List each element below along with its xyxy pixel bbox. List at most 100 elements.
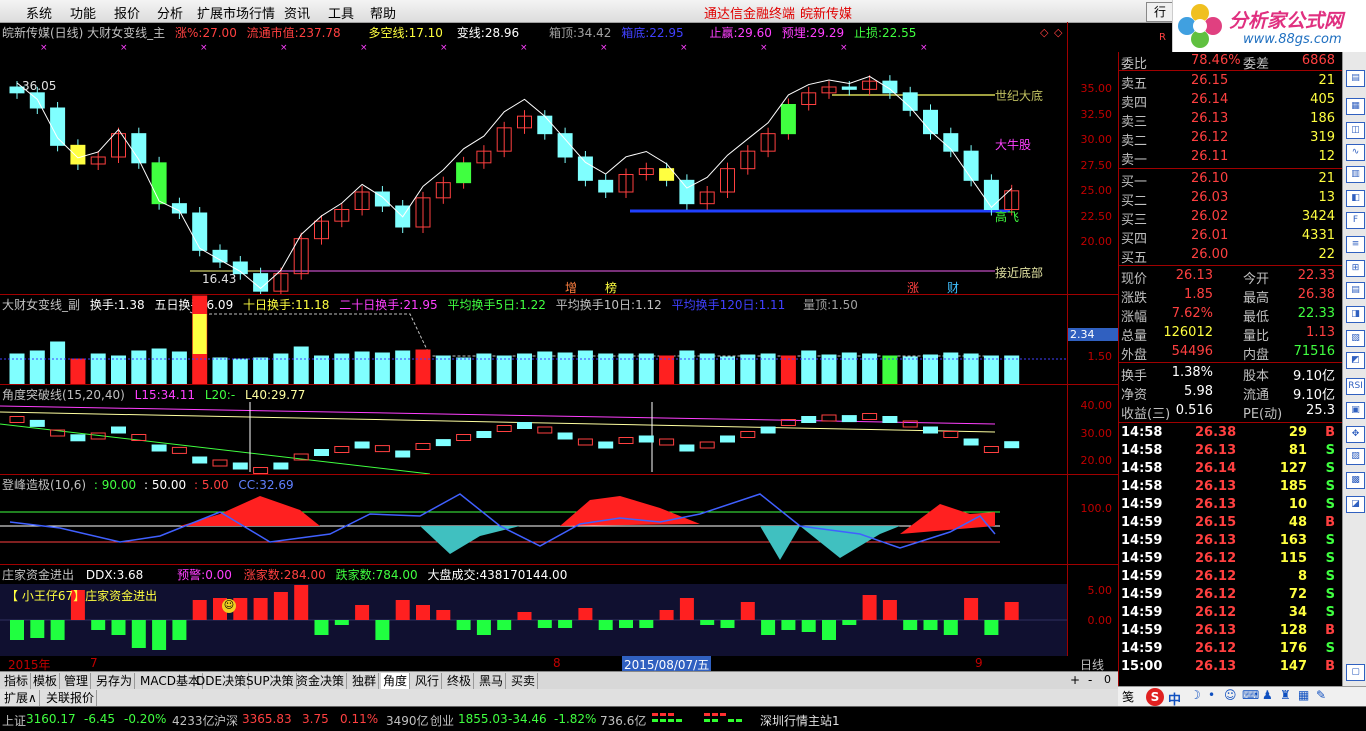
menu-function[interactable]: 功能 bbox=[70, 3, 96, 22]
dot-icon[interactable]: • bbox=[1208, 688, 1215, 702]
bid-row[interactable]: 买四 26.01 4331 bbox=[1119, 227, 1343, 247]
turnover-chart[interactable] bbox=[0, 294, 1068, 384]
tool-icon[interactable]: ◨ bbox=[1346, 306, 1365, 323]
tool-icon[interactable]: ▣ bbox=[1346, 402, 1365, 419]
bid-volume: 4331 bbox=[1301, 228, 1335, 243]
menu-quote[interactable]: 报价 bbox=[114, 3, 140, 22]
volume-bar bbox=[29, 350, 45, 384]
menu-system[interactable]: 系统 bbox=[26, 3, 52, 22]
ask-row[interactable]: 卖四 26.14 405 bbox=[1119, 91, 1343, 111]
zoom-out-button[interactable]: - bbox=[1088, 673, 1092, 687]
tab-duqun[interactable]: 独群 bbox=[350, 673, 380, 689]
server-name[interactable]: 深圳行情主站1 bbox=[760, 712, 840, 729]
volume-bar bbox=[70, 358, 86, 384]
chart-line-icon[interactable]: ∿ bbox=[1346, 144, 1365, 161]
tool-icon[interactable]: ◧ bbox=[1346, 190, 1365, 207]
tab-dde[interactable]: DDE决策 bbox=[194, 673, 250, 689]
grid-icon[interactable]: ▦ bbox=[1298, 688, 1309, 702]
dfzj-panel[interactable]: 登峰造极(10,6) : 90.00 : 50.00 : 5.00 CC:32.… bbox=[0, 474, 1118, 565]
angle-panel[interactable]: 角度突破线(15,20,40) L15:34.11 L20:- L40:29.7… bbox=[0, 384, 1118, 475]
fund-bar bbox=[964, 598, 979, 620]
bid-price: 26.03 bbox=[1191, 190, 1229, 205]
tab-sup[interactable]: SUP决策 bbox=[244, 673, 297, 689]
trade-button[interactable]: 行 bbox=[1146, 2, 1174, 22]
zoom-in-button[interactable]: + bbox=[1070, 673, 1080, 687]
bid-row[interactable]: 买三 26.02 3424 bbox=[1119, 208, 1343, 228]
tab-manage[interactable]: 管理 bbox=[62, 673, 92, 689]
bid-row[interactable]: 买二 26.03 13 bbox=[1119, 189, 1343, 209]
ask-row[interactable]: 卖二 26.12 319 bbox=[1119, 129, 1343, 149]
wb-value: 78.46% bbox=[1191, 53, 1241, 68]
bid-row[interactable]: 买五 26.00 22 bbox=[1119, 246, 1343, 266]
sogou-icon[interactable]: S bbox=[1146, 688, 1164, 706]
ask-row[interactable]: 卖五 26.15 21 bbox=[1119, 72, 1343, 92]
tool-icon[interactable]: ▦ bbox=[1346, 98, 1365, 115]
tool-icon[interactable]: ⊞ bbox=[1346, 260, 1365, 277]
menu-news[interactable]: 资讯 bbox=[284, 3, 310, 22]
shirt-icon[interactable]: ♜ bbox=[1280, 688, 1291, 702]
fund-bar bbox=[253, 598, 268, 620]
volume-bar bbox=[720, 356, 735, 384]
tool-icon[interactable]: ▤ bbox=[1346, 282, 1365, 299]
dfzj-chart[interactable] bbox=[0, 474, 1068, 564]
tool-icon[interactable]: ▩ bbox=[1346, 472, 1365, 489]
tool-icon[interactable]: ≡ bbox=[1346, 236, 1365, 253]
tab-maimai[interactable]: 买卖 bbox=[509, 673, 539, 689]
stat-row: 涨幅 7.62% 最低 22.33 bbox=[1119, 305, 1343, 325]
fund-flow-panel[interactable]: 庄家资金进出 DDX:3.68 预警:0.00 涨家数:284.00 跌家数:7… bbox=[0, 564, 1118, 657]
tool-icon[interactable]: F bbox=[1346, 212, 1365, 229]
tab-saveas[interactable]: 另存为 bbox=[94, 673, 136, 689]
bid-row[interactable]: 买一 26.10 21 bbox=[1119, 170, 1343, 190]
tab-expand[interactable]: 扩展∧ bbox=[2, 690, 40, 706]
tick-time: 14:59 bbox=[1121, 623, 1163, 638]
wrench-icon[interactable]: ✎ bbox=[1316, 688, 1326, 702]
fund-flow-chart[interactable] bbox=[0, 564, 1068, 656]
tick-time: 14:58 bbox=[1121, 443, 1163, 458]
smile-icon[interactable]: ☺ bbox=[1224, 688, 1237, 702]
menu-tools[interactable]: 工具 bbox=[328, 3, 354, 22]
tool-icon[interactable]: ▥ bbox=[1346, 166, 1365, 183]
tab-fund[interactable]: 资金决策 bbox=[294, 673, 348, 689]
moon-icon[interactable]: ☽ bbox=[1190, 688, 1201, 702]
fund-bar bbox=[355, 605, 370, 620]
tool-icon[interactable]: ▨ bbox=[1346, 448, 1365, 465]
tick-price: 26.13 bbox=[1195, 479, 1237, 494]
ask-row[interactable]: 卖一 26.11 12 bbox=[1119, 148, 1343, 168]
tab-heima[interactable]: 黑马 bbox=[477, 673, 507, 689]
tool-icon[interactable]: ◫ bbox=[1346, 122, 1365, 139]
angle-chart[interactable] bbox=[0, 384, 1068, 474]
kline-chart[interactable]: × × × × × × × × × × × × ◇ ◇ bbox=[0, 22, 1068, 294]
turnover-panel[interactable]: 大财女变线_副 换手:1.38 五日换手:6.09 十日换手:11.18 二十日… bbox=[0, 294, 1118, 385]
keyboard-icon[interactable]: ⌨ bbox=[1242, 688, 1259, 702]
menu-extended-market[interactable]: 扩展市场行情 bbox=[197, 3, 275, 22]
tab-template[interactable]: 模板 bbox=[31, 673, 61, 689]
tool-icon[interactable]: ▧ bbox=[1346, 330, 1365, 347]
tool-icon[interactable]: ◪ bbox=[1346, 496, 1365, 513]
fund-bar bbox=[740, 602, 755, 620]
volume-top-bar bbox=[192, 314, 207, 354]
tab-fengxing[interactable]: 风行 bbox=[413, 673, 443, 689]
label-dnq: 大牛股 bbox=[995, 138, 1032, 152]
move-icon[interactable]: ✥ bbox=[1346, 426, 1365, 443]
menu-help[interactable]: 帮助 bbox=[370, 3, 396, 22]
tool-icon[interactable]: ▤ bbox=[1346, 70, 1365, 87]
tab-angle[interactable]: 角度 bbox=[381, 673, 411, 689]
rsi-icon[interactable]: RSI bbox=[1346, 378, 1365, 395]
tab-indicator[interactable]: 指标 bbox=[2, 673, 32, 689]
user-icon[interactable]: ♟ bbox=[1262, 688, 1273, 702]
ask-price: 26.12 bbox=[1191, 130, 1229, 145]
kline-panel[interactable]: 皖新传媒(日线) 大财女变线_主 涨%:27.00 流通市值:237.78 多空… bbox=[0, 22, 1118, 295]
ask-row[interactable]: 卖三 26.13 186 bbox=[1119, 110, 1343, 130]
stat-value: 9.10亿 bbox=[1293, 369, 1335, 384]
tool-icon[interactable]: ▢ bbox=[1346, 664, 1365, 681]
tab-related-quote[interactable]: 关联报价 bbox=[44, 690, 98, 706]
volume-bar bbox=[232, 358, 248, 384]
tool-icon[interactable]: ◩ bbox=[1346, 352, 1365, 369]
tab-zhongji[interactable]: 终极 bbox=[445, 673, 475, 689]
sh-value: 3160.17 bbox=[26, 712, 76, 726]
menu-analysis[interactable]: 分析 bbox=[157, 3, 183, 22]
time-axis[interactable]: 2015年 7 8 2015/08/07/五 9 日线 bbox=[0, 656, 1118, 673]
angle-bar bbox=[923, 426, 938, 434]
angle-bar bbox=[801, 416, 817, 423]
fund-bar bbox=[456, 620, 471, 630]
